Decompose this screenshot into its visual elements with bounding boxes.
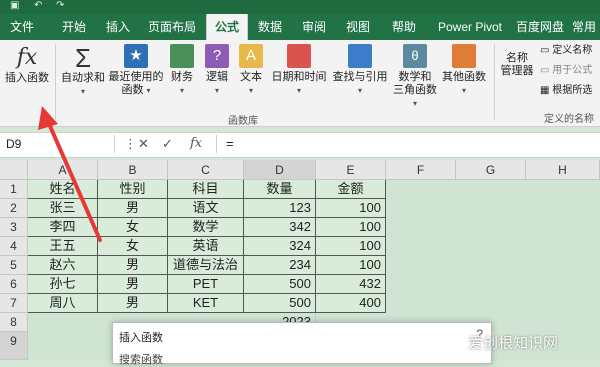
watermark-logo-icon [446, 332, 464, 350]
watermark-text: 爱创根知识网 [468, 335, 559, 352]
annotation-arrow-icon [38, 106, 102, 242]
